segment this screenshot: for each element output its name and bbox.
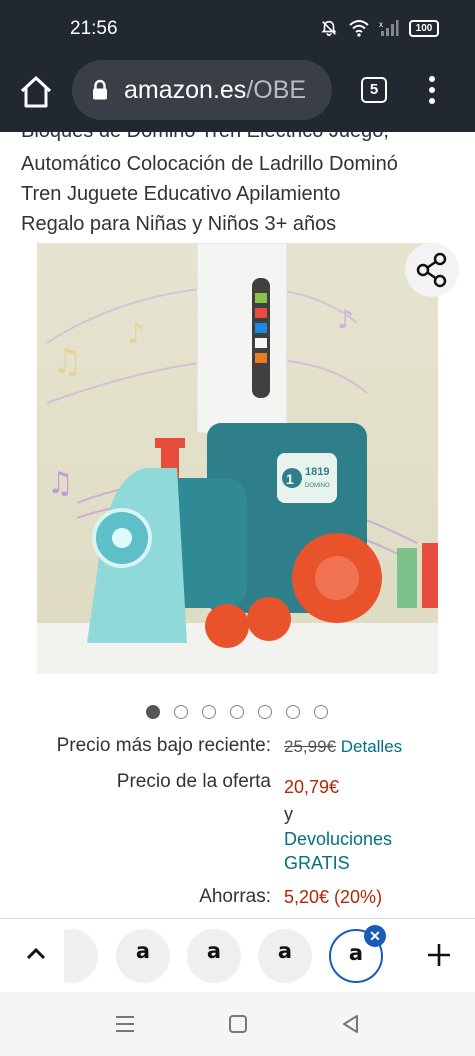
price-block: Precio más bajo reciente: 25,99€ Detalle… xyxy=(0,132,475,918)
recent-low-label: Precio más bajo reciente: xyxy=(56,735,271,756)
amazon-logo-icon: a xyxy=(348,941,364,965)
offer-price: 20,79€ xyxy=(284,777,340,797)
free-returns-line: Devoluciones xyxy=(284,829,393,849)
offer-price-label: Precio de la oferta xyxy=(116,771,271,792)
url-path: /OBE xyxy=(246,76,307,104)
tab-thumbnail[interactable]: a xyxy=(116,929,170,983)
url-domain: amazon.es xyxy=(124,76,247,104)
tab-switcher-button[interactable]: 5 xyxy=(361,77,387,103)
battery-icon: 100 xyxy=(409,19,439,37)
free-returns-line: GRATIS xyxy=(284,853,350,873)
amazon-logo-icon: a xyxy=(277,939,293,963)
home-nav-icon[interactable] xyxy=(227,1014,249,1034)
url-text: amazon.es/OBE xyxy=(124,76,324,105)
tab-thumbnail-partial[interactable] xyxy=(64,929,98,983)
recent-low-price: 25,99€ xyxy=(284,737,336,756)
back-icon[interactable] xyxy=(340,1014,362,1034)
details-link[interactable]: Detalles xyxy=(341,737,402,756)
tab-strip: a a a a ✕ xyxy=(0,918,475,992)
lock-icon xyxy=(93,79,107,100)
status-bar: 21:56 x 100 xyxy=(0,0,475,60)
amazon-logo-icon: a xyxy=(206,939,222,963)
tab-thumbnail[interactable]: a xyxy=(258,929,312,983)
share-button[interactable] xyxy=(405,243,459,297)
savings-value: 5,20€ (20%) xyxy=(284,887,383,907)
status-icons: x 100 xyxy=(319,19,439,37)
tab-thumbnail[interactable]: a xyxy=(187,929,241,983)
home-icon[interactable] xyxy=(18,74,54,110)
status-time: 21:56 xyxy=(70,18,118,39)
and-text: y xyxy=(284,804,293,824)
close-tab-icon[interactable]: ✕ xyxy=(364,925,386,947)
svg-text:x: x xyxy=(379,20,383,29)
signal-icon: x xyxy=(379,20,399,36)
recent-low-row: 25,99€ Detalles xyxy=(284,737,402,757)
address-bar[interactable]: amazon.es/OBE xyxy=(72,60,332,120)
more-options-icon[interactable] xyxy=(425,74,439,106)
amazon-logo-icon: a xyxy=(135,939,151,963)
system-nav-bar xyxy=(0,992,475,1056)
savings-label: Ahorras: xyxy=(199,886,271,907)
chevron-up-icon[interactable] xyxy=(24,945,48,963)
recent-apps-icon[interactable] xyxy=(114,1014,136,1034)
share-icon xyxy=(416,252,447,288)
page-content: Bloques de Dominó Tren Eléctrico Juego, … xyxy=(0,132,475,918)
new-tab-icon[interactable] xyxy=(426,942,452,968)
wifi-icon xyxy=(349,20,369,37)
free-returns-link[interactable]: Devoluciones GRATIS xyxy=(284,827,392,875)
browser-toolbar: amazon.es/OBE 5 xyxy=(0,60,475,132)
bell-off-icon xyxy=(321,20,337,36)
